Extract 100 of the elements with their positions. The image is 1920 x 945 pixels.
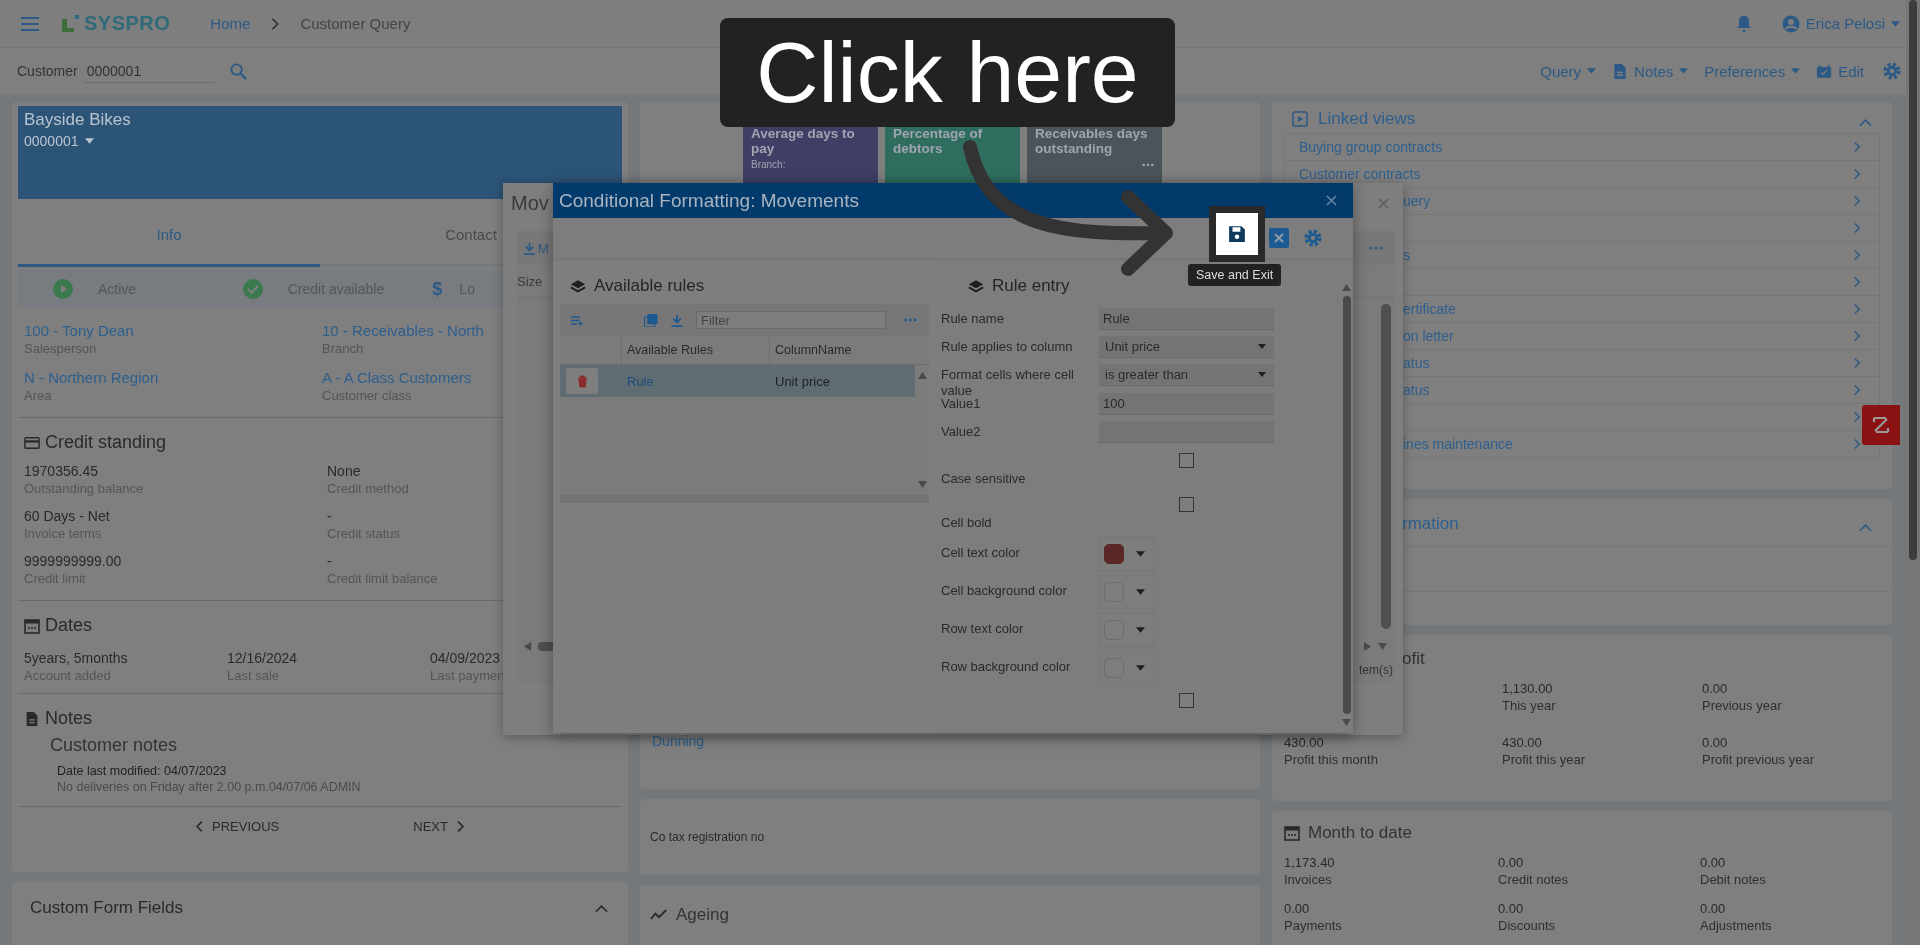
field-value: 1,130.00 (1502, 681, 1553, 696)
chevron-right-icon (1853, 384, 1861, 396)
field-label: Invoices (1284, 872, 1332, 887)
chevron-right-icon (1853, 222, 1861, 234)
field-value: 0.00 (1498, 855, 1524, 870)
field-label: Value2 (941, 423, 982, 440)
document-icon (24, 710, 40, 727)
save-button[interactable] (1209, 206, 1265, 262)
download-button[interactable]: M (523, 240, 549, 256)
field-label: Cell background color (941, 582, 1068, 599)
menu-icon[interactable] (20, 15, 40, 32)
field-link[interactable]: 10 - Receivables - North (322, 322, 484, 339)
field-link[interactable]: N - Northern Region (24, 369, 159, 386)
chevron-icon[interactable] (595, 904, 608, 913)
query-menu[interactable]: Query (1540, 62, 1597, 80)
field-value: None (327, 463, 361, 479)
field-link[interactable]: A - A Class Customers (322, 369, 472, 386)
next-button[interactable]: NEXT (413, 819, 465, 834)
field-label: Rule name (941, 310, 1005, 327)
field-label: Row background color (941, 658, 1072, 675)
close-icon[interactable] (1326, 195, 1337, 206)
pdf-icon[interactable] (644, 313, 658, 327)
breadcrumb-link[interactable]: Home (210, 15, 251, 32)
chevron-icon[interactable] (1859, 522, 1872, 532)
caret-icon (1679, 68, 1689, 74)
chevron-right-icon (1853, 303, 1861, 315)
checkbox[interactable] (1179, 693, 1194, 708)
rule-row[interactable]: Rule Unit price (560, 365, 915, 397)
notes-modified-date: Date last modified: 04/07/2023 (57, 764, 227, 778)
add-row-icon[interactable] (570, 313, 584, 327)
preferences-menu[interactable]: Preferences (1704, 62, 1801, 80)
panel-title: Rule entry (992, 276, 1070, 296)
tooltip: Save and Exit (1188, 264, 1282, 286)
card-title: ofit (1402, 649, 1426, 669)
calendar-icon (1284, 825, 1300, 841)
filter-field[interactable]: Filter (696, 311, 886, 329)
text-field[interactable]: 100 (1099, 393, 1274, 415)
chevron-left-icon (195, 820, 205, 833)
scroll-down-icon[interactable] (917, 480, 927, 489)
notes-menu[interactable]: Notes (1612, 62, 1689, 80)
more-icon[interactable] (904, 318, 917, 322)
vertical-scrollbar[interactable] (1342, 296, 1351, 714)
chevron-right-icon (1853, 141, 1861, 153)
chevron-icon[interactable] (1859, 117, 1872, 127)
caret-icon (1891, 20, 1900, 27)
rule-link[interactable]: Rule (622, 365, 770, 397)
text-field[interactable]: Rule (1099, 308, 1274, 330)
scroll-up-icon[interactable] (1342, 283, 1351, 292)
customer-code-dropdown[interactable]: 0000001 (24, 133, 94, 149)
field-label: Case sensitive (941, 470, 1027, 487)
more-icon[interactable] (1369, 246, 1383, 250)
field-label: Cell bold (941, 514, 993, 531)
scroll-down-icon[interactable] (1342, 718, 1351, 727)
tile-subtitle: Branch: (751, 158, 787, 170)
play-square-icon (1292, 111, 1308, 127)
scroll-down-icon[interactable] (1378, 641, 1387, 651)
section-title: Dates (45, 615, 93, 636)
close-icon[interactable] (1378, 197, 1389, 209)
dropdown[interactable]: Unit price (1099, 336, 1274, 358)
trash-icon (576, 374, 588, 388)
field-value: 60 Days - Net (24, 508, 110, 524)
bell-icon[interactable] (1735, 14, 1752, 33)
delete-button[interactable] (566, 368, 598, 394)
logo-text: SYSPRO (84, 12, 171, 35)
search-icon[interactable] (229, 62, 247, 80)
scroll-right-icon[interactable] (1363, 641, 1372, 651)
settings-icon[interactable] (1303, 228, 1323, 248)
cancel-icon[interactable] (1269, 228, 1289, 248)
dunning-link[interactable]: Dunning (652, 733, 1248, 749)
linked-view-item[interactable]: ines maintenance (1285, 431, 1879, 457)
user-menu[interactable]: Erica Pelosi (1781, 14, 1900, 33)
field-link[interactable]: 100 - Tony Dean (24, 322, 134, 339)
more-icon[interactable] (1142, 163, 1154, 167)
field-label: Previous year (1702, 698, 1782, 713)
checkbox[interactable] (1179, 497, 1194, 512)
breadcrumb-item[interactable]: Customer Query (300, 15, 411, 32)
edit-button[interactable]: Edit (1816, 62, 1864, 80)
linked-view-item[interactable]: Buying group contracts (1285, 134, 1879, 161)
chevron-right-icon (1853, 411, 1861, 423)
scroll-left-icon[interactable] (523, 641, 532, 651)
column-header: Size (517, 273, 543, 289)
page-scrollbar[interactable] (1906, 0, 1920, 945)
tab[interactable]: Info (18, 199, 320, 267)
color-picker[interactable] (1099, 575, 1155, 609)
settings-icon[interactable] (1882, 61, 1902, 81)
item-count: tem(s) (1359, 663, 1393, 677)
download-icon[interactable] (670, 313, 684, 327)
column-header: ColumnName (774, 343, 853, 357)
color-picker[interactable] (1099, 651, 1155, 685)
vertical-scrollbar[interactable] (1381, 304, 1391, 629)
scroll-up-icon[interactable] (917, 371, 927, 380)
dropdown[interactable]: is greater than (1099, 364, 1274, 386)
color-picker[interactable] (1099, 613, 1155, 647)
card-title: rmation (1402, 514, 1459, 534)
checkbox[interactable] (1179, 453, 1194, 468)
expand-button[interactable] (1862, 405, 1900, 445)
color-picker[interactable] (1099, 537, 1155, 571)
field-value: 9999999999.00 (24, 553, 122, 569)
customer-field[interactable]: 0000001 (83, 59, 215, 83)
previous-button[interactable]: PREVIOUS (195, 819, 280, 834)
